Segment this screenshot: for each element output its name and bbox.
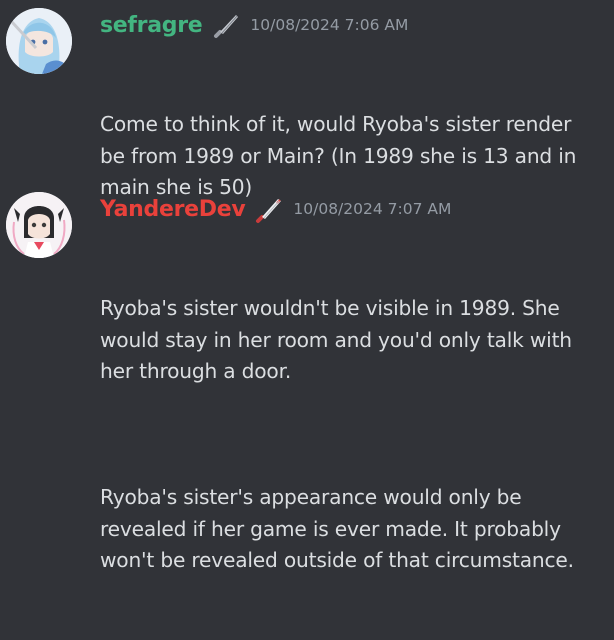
timestamp[interactable]: 10/08/2024 7:06 AM — [250, 16, 408, 34]
message-content: Ryoba's sister wouldn't be visible in 19… — [100, 230, 600, 640]
username[interactable]: sefragre — [100, 13, 203, 38]
message-header: YandereDev 10/08/2024 7:07 AM — [100, 194, 451, 224]
avatar[interactable] — [6, 192, 72, 258]
knife-icon — [210, 9, 242, 41]
knife-icon — [253, 193, 285, 225]
message-paragraph: Ryoba's sister wouldn't be visible in 19… — [100, 296, 579, 383]
avatar-image — [6, 192, 72, 258]
username[interactable]: YandereDev — [100, 197, 246, 222]
chat-message-list: sefragre 10/08/2024 7:06 AM Come to thin… — [0, 0, 614, 572]
avatar[interactable] — [6, 8, 72, 74]
timestamp[interactable]: 10/08/2024 7:07 AM — [293, 200, 451, 218]
message-paragraph: Ryoba's sister's appearance would only b… — [100, 485, 574, 572]
message-header: sefragre 10/08/2024 7:06 AM — [100, 10, 408, 40]
message-paragraph: Come to think of it, would Ryoba's siste… — [100, 112, 583, 199]
avatar-image — [6, 8, 72, 74]
